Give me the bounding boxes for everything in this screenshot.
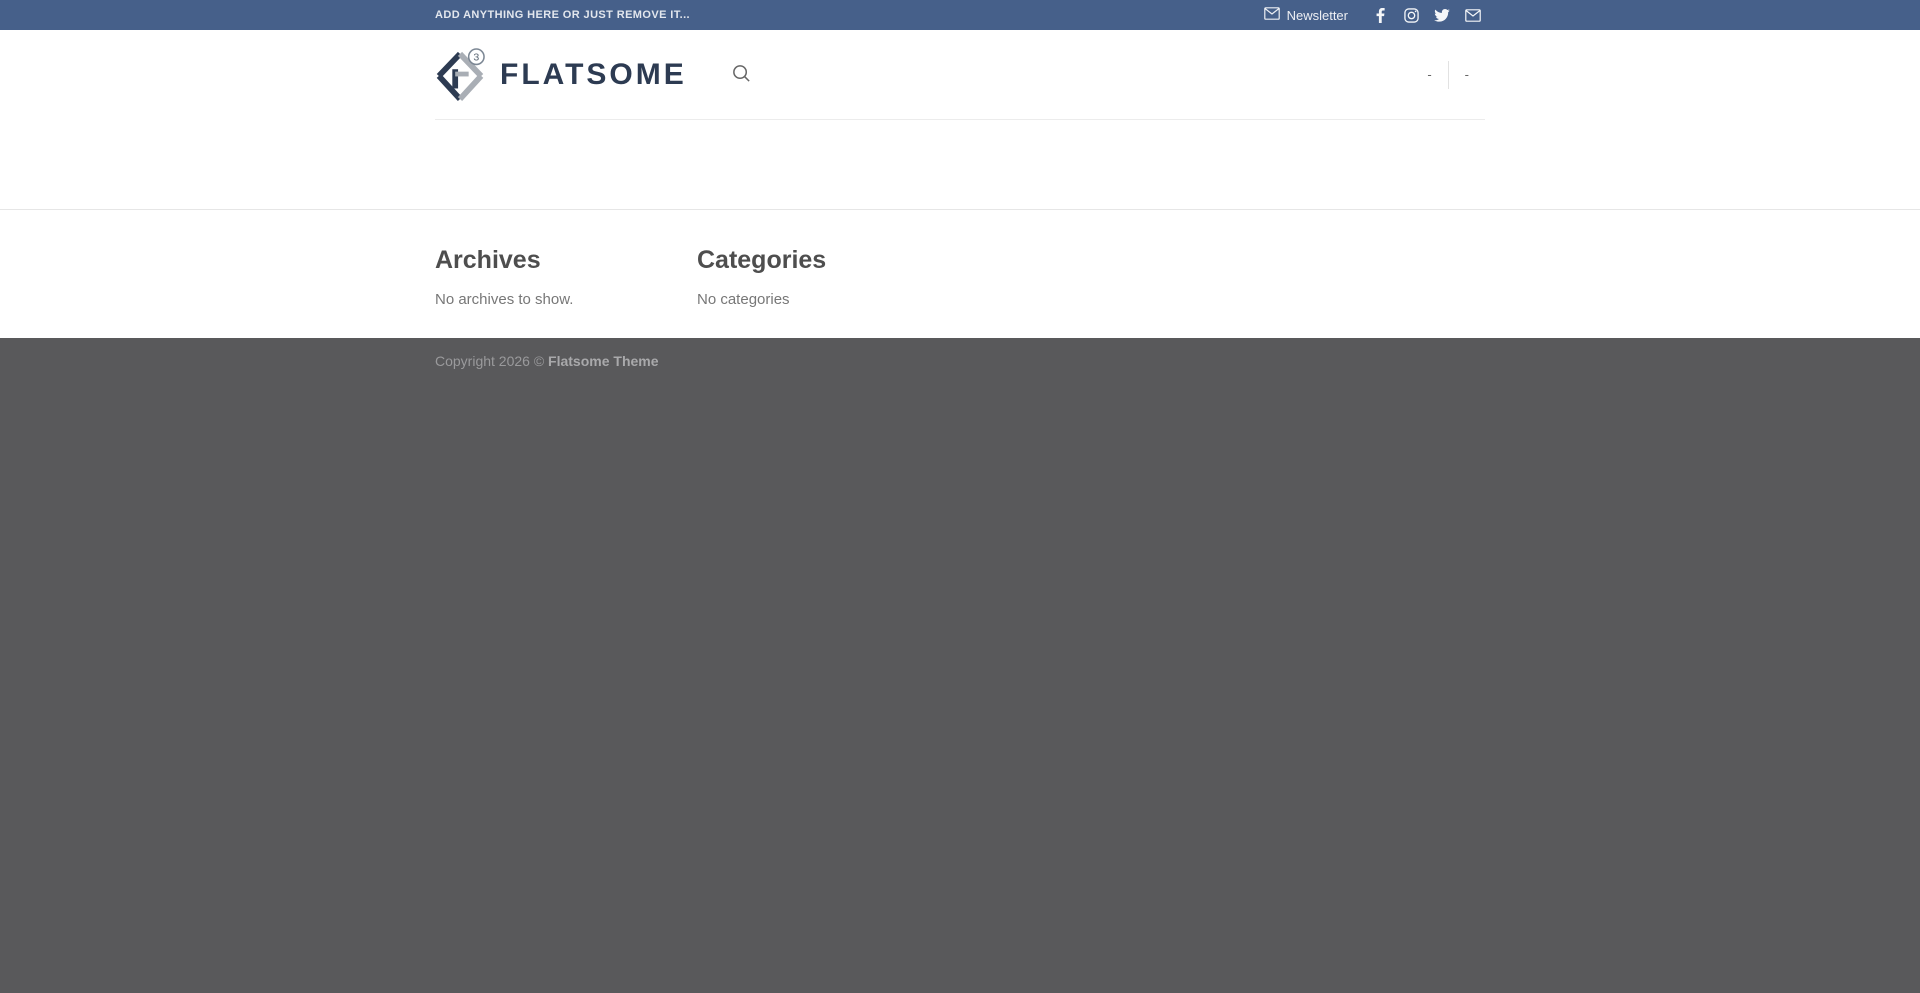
copyright-prefix: Copyright 2026 ©: [435, 353, 548, 369]
search-icon: [731, 63, 752, 87]
email-icon[interactable]: [1461, 3, 1485, 27]
facebook-icon[interactable]: [1368, 3, 1392, 27]
twitter-icon[interactable]: [1430, 3, 1454, 27]
site-header: 3 FLATSOME - -: [0, 30, 1920, 120]
logo-badge-3: 3: [473, 51, 479, 63]
widget-archives: Archives No archives to show.: [435, 246, 697, 308]
newsletter-label: Newsletter: [1287, 8, 1348, 23]
header-nav-item-2[interactable]: -: [1449, 30, 1485, 119]
topbar-message: ADD ANYTHING HERE OR JUST REMOVE IT...: [435, 9, 690, 21]
categories-title: Categories: [697, 246, 929, 275]
footer-widgets: Archives No archives to show. Categories…: [0, 209, 1920, 338]
logo-text: FLATSOME: [500, 58, 687, 92]
topbar-right: Newsletter: [1264, 3, 1485, 27]
top-bar: ADD ANYTHING HERE OR JUST REMOVE IT... N…: [0, 0, 1920, 30]
social-links: [1368, 3, 1485, 27]
categories-empty-text: No categories: [697, 291, 929, 308]
widget-categories: Categories No categories: [697, 246, 959, 308]
copyright-brand: Flatsome Theme: [548, 353, 658, 369]
absolute-footer: Copyright 2026 © Flatsome Theme: [0, 338, 1920, 993]
header-nav: - -: [1411, 30, 1485, 119]
site-logo[interactable]: 3 FLATSOME: [435, 48, 687, 102]
instagram-icon[interactable]: [1399, 3, 1423, 27]
newsletter-envelope-icon: [1264, 7, 1280, 23]
archives-empty-text: No archives to show.: [435, 291, 667, 308]
main-content: [0, 120, 1920, 209]
header-nav-item-1[interactable]: -: [1411, 30, 1447, 119]
flatsome-logo-icon: 3: [435, 48, 485, 102]
copyright-text: Copyright 2026 © Flatsome Theme: [435, 353, 1485, 369]
newsletter-link[interactable]: Newsletter: [1264, 7, 1348, 23]
archives-title: Archives: [435, 246, 667, 275]
search-button[interactable]: [725, 58, 759, 92]
